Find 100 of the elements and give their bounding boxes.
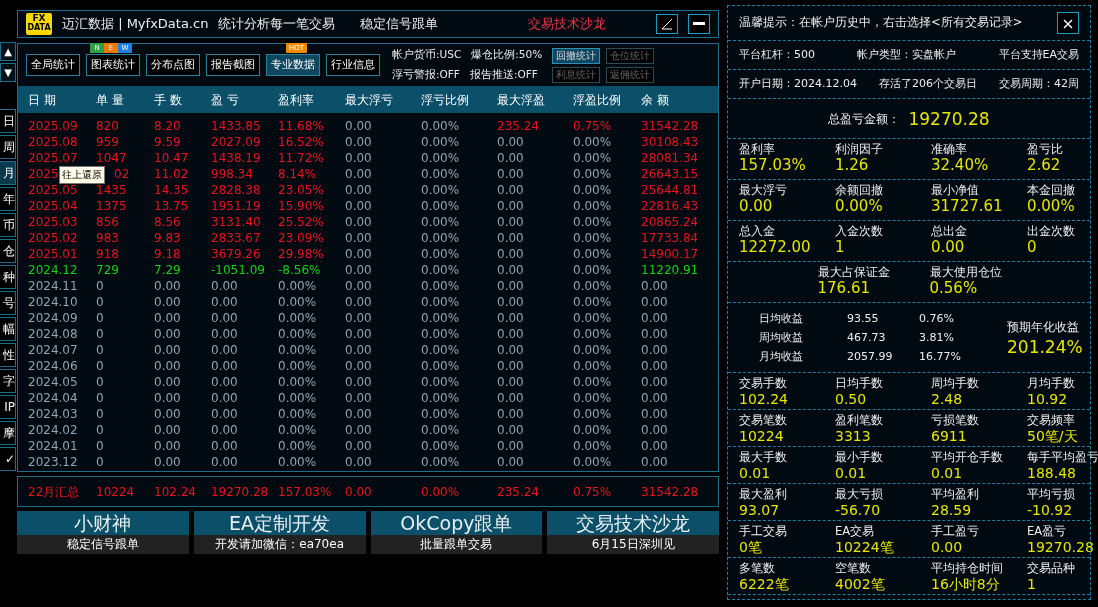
- table-cell: 0.00: [211, 438, 238, 454]
- table-cell: 0.00%: [278, 358, 317, 374]
- table-cell: 0.00%: [573, 358, 612, 374]
- table-cell: 1433.85: [211, 118, 261, 134]
- stat-value: 32.40%: [931, 156, 990, 174]
- table-cell: 0.00%: [573, 278, 612, 294]
- status-text: 浮亏警报:OFF: [392, 67, 460, 82]
- table-cell: 0.00: [211, 294, 238, 310]
- side-tab[interactable]: 摩: [0, 421, 16, 445]
- close-icon: [1063, 18, 1073, 29]
- table-cell: 0.00%: [421, 214, 460, 230]
- table-cell: 0.00%: [573, 294, 612, 310]
- table-cell: 0.00%: [278, 454, 317, 470]
- toolbar-button[interactable]: 图表统计: [86, 53, 140, 77]
- table-cell: 0.00: [641, 358, 668, 374]
- stats-button[interactable]: 回撤统计: [552, 47, 601, 64]
- table-cell: 0.00: [154, 326, 181, 342]
- stat-value: 93.55: [847, 310, 880, 327]
- table-cell: 0.00%: [573, 438, 612, 454]
- table-cell: 2833.67: [211, 230, 261, 246]
- banner-title[interactable]: 交易技术沙龙: [547, 511, 719, 535]
- table-cell: 28081.34: [641, 150, 699, 166]
- side-tab[interactable]: 性: [0, 343, 16, 367]
- table-cell: 11.68%: [278, 118, 324, 134]
- table-cell: 0.00%: [278, 294, 317, 310]
- stat-value: 6911: [931, 427, 968, 445]
- table-cell: 0.00: [345, 422, 372, 438]
- slogan: 统计分析每一笔交易: [218, 15, 336, 34]
- side-tab[interactable]: 年: [0, 187, 16, 211]
- stat-percent: 3.81%: [919, 329, 955, 346]
- table-cell: -1051.09: [211, 262, 265, 278]
- table-cell: 23.05%: [278, 182, 324, 198]
- table-cell: 0.00: [497, 150, 524, 166]
- table-cell: 1047: [96, 150, 127, 166]
- table-cell: 0.00%: [278, 310, 317, 326]
- banner-title[interactable]: OkCopy跟单: [370, 511, 543, 535]
- table-cell: 0.00: [211, 358, 238, 374]
- side-tab[interactable]: 字: [0, 369, 16, 393]
- table-cell: 1435: [96, 182, 127, 198]
- table-cell: 26643.15: [641, 166, 699, 182]
- table-cell: 0.00: [211, 454, 238, 470]
- side-tab[interactable]: 周: [0, 135, 16, 159]
- table-cell: 0.00: [641, 342, 668, 358]
- stat-value: 10224笔: [835, 538, 895, 556]
- stat-label: 准确率: [931, 142, 968, 156]
- notice-text: 温馨提示：在帐户历史中，右击选择<所有交易记录>: [739, 14, 1023, 32]
- toolbar-button[interactable]: 专业数据: [266, 53, 320, 77]
- table-cell: 23.09%: [278, 230, 324, 246]
- table-cell: 0.00: [211, 406, 238, 422]
- table-cell: 0.00: [497, 342, 524, 358]
- stat-label: 多笔数: [739, 561, 776, 575]
- scroll-up-button[interactable]: ▲: [0, 42, 16, 61]
- side-tab[interactable]: ✓: [0, 447, 16, 471]
- promo-link[interactable]: 交易技术沙龙: [528, 14, 606, 34]
- stat-value: -56.70: [835, 501, 882, 519]
- table-cell: 0.00%: [421, 182, 460, 198]
- toolbar-button[interactable]: 全局统计: [26, 53, 80, 77]
- toolbar-button[interactable]: 行业信息: [326, 53, 380, 77]
- stat-value: 1: [835, 238, 846, 256]
- table-cell: 0.00%: [573, 326, 612, 342]
- table-cell: 0: [96, 422, 104, 438]
- stat-label: 每手平均盈亏: [1027, 450, 1098, 464]
- stat-value: 201.24%: [1007, 337, 1083, 356]
- side-tab[interactable]: 月: [0, 161, 16, 185]
- toolbar-button[interactable]: 分布点图: [146, 53, 200, 77]
- side-tab[interactable]: 币: [0, 213, 16, 237]
- side-tab[interactable]: 种: [0, 265, 16, 289]
- table-cell: 3679.26: [211, 246, 261, 262]
- side-tab[interactable]: 幅: [0, 317, 16, 341]
- table-cell: 25.52%: [278, 214, 324, 230]
- summary-cell: 102.24: [154, 483, 196, 500]
- column-header: 最大浮盈: [497, 91, 546, 109]
- stat-value: 2057.99: [847, 348, 894, 365]
- stat-label: 月均收益: [759, 348, 804, 365]
- side-tab[interactable]: 日: [0, 109, 16, 133]
- close-button[interactable]: [1057, 12, 1079, 34]
- banner-title[interactable]: 小财神: [17, 511, 189, 535]
- table-cell: 729: [96, 262, 119, 278]
- table-cell: 0.00%: [278, 278, 317, 294]
- stat-label: 平均亏损: [1027, 487, 1076, 501]
- table-cell: 0.00: [345, 214, 372, 230]
- stat-label: 平均开仓手数: [931, 450, 1004, 464]
- minimize-button[interactable]: [688, 14, 710, 34]
- stat-value: 6222笔: [739, 575, 790, 593]
- table-cell: 0.00: [211, 374, 238, 390]
- table-cell: 0.00: [497, 198, 524, 214]
- table-cell: 2024.05: [28, 374, 78, 390]
- table-cell: 0.00%: [421, 406, 460, 422]
- table-cell: 0.00: [154, 310, 181, 326]
- table-cell: 0.00: [497, 422, 524, 438]
- toolbar-button[interactable]: 报告截图: [206, 53, 260, 77]
- table-cell: -8.56%: [278, 262, 321, 278]
- scroll-down-button[interactable]: ▼: [0, 63, 16, 82]
- tooltip: 往上還原: [59, 166, 105, 184]
- side-tab[interactable]: IP: [0, 395, 16, 419]
- side-tab[interactable]: 仓: [0, 239, 16, 263]
- table-cell: 2024.06: [28, 358, 78, 374]
- banner-title[interactable]: EA定制开发: [193, 511, 366, 535]
- side-tab[interactable]: 号: [0, 291, 16, 315]
- edit-button[interactable]: [656, 14, 678, 34]
